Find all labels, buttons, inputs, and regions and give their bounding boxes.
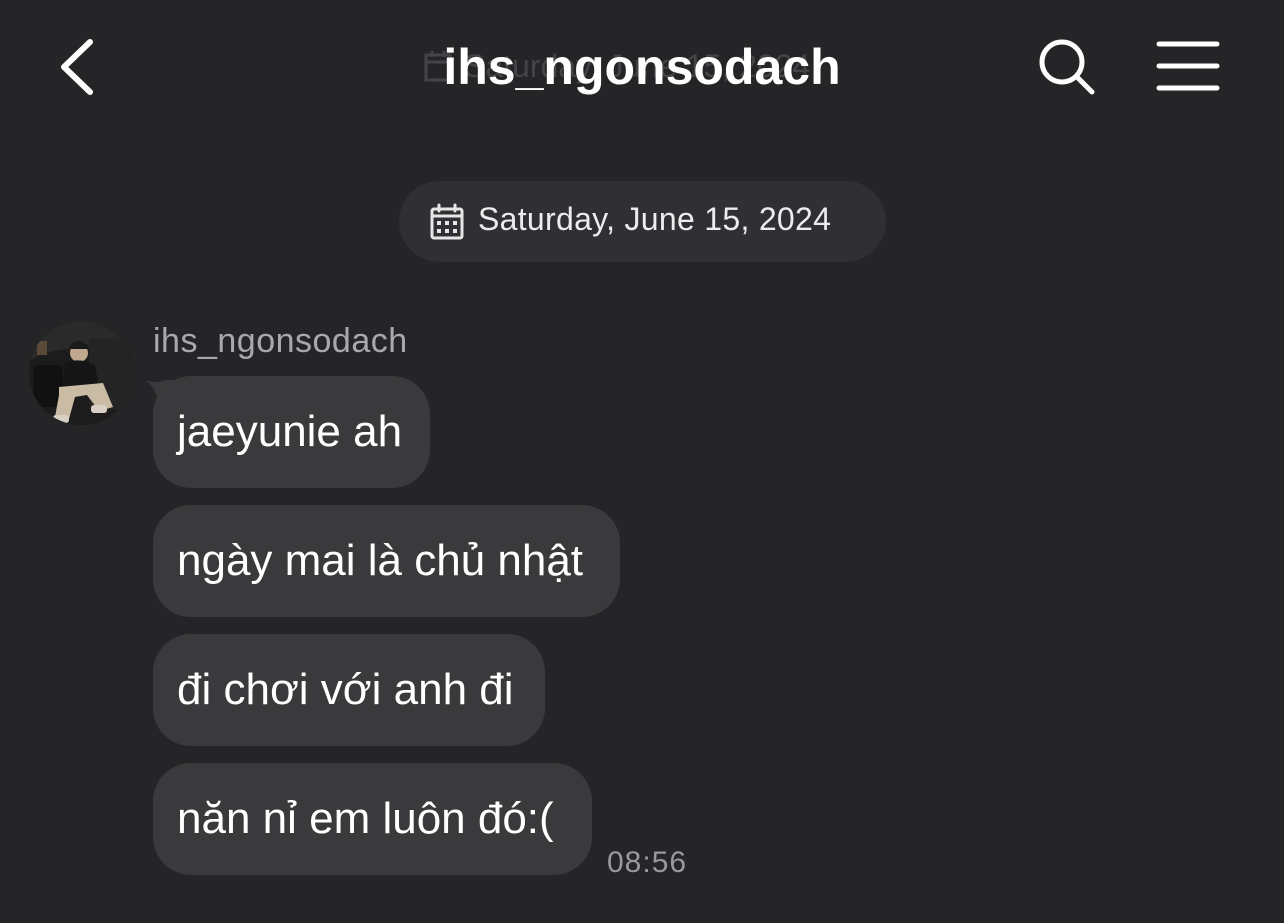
message-text: jaeyunie ah — [177, 407, 403, 456]
date-separator: Saturday, June 15, 2024 — [399, 181, 886, 262]
search-button[interactable] — [1036, 36, 1098, 98]
message-bubble[interactable]: jaeyunie ah — [153, 376, 430, 488]
message-text: năn nỉ em luôn đó:( — [177, 794, 554, 843]
sender-name: ihs_ngonsodach — [153, 322, 408, 360]
message-text: đi chơi với anh đi — [177, 665, 514, 714]
chat-screen: Saturday, June 15, 2024 ihs_ngonsodach S… — [0, 0, 1284, 923]
date-separator-text: Saturday, June 15, 2024 — [478, 201, 832, 237]
chat-header: Saturday, June 15, 2024 ihs_ngonsodach — [0, 0, 1284, 140]
message-bubble[interactable]: đi chơi với anh đi — [153, 634, 545, 746]
search-icon — [1039, 39, 1095, 95]
hamburger-menu-icon — [1156, 41, 1220, 91]
avatar-photo — [29, 321, 133, 425]
message-text: ngày mai là chủ nhật — [177, 536, 584, 585]
message-bubble[interactable]: năn nỉ em luôn đó:( — [153, 763, 592, 875]
message-bubble[interactable]: ngày mai là chủ nhật — [153, 505, 620, 617]
menu-button[interactable] — [1156, 40, 1220, 92]
avatar[interactable] — [29, 321, 133, 425]
calendar-icon — [430, 203, 464, 240]
message-timestamp: 08:56 — [607, 846, 688, 879]
